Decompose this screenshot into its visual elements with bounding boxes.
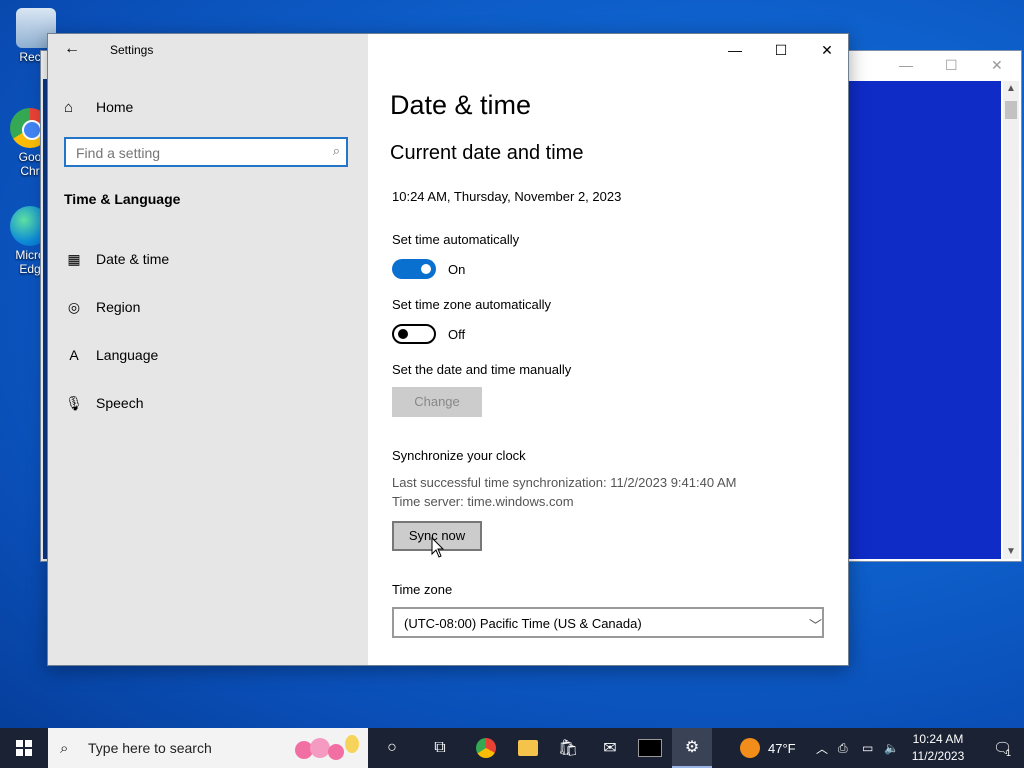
maximize-icon[interactable]: ☐ [945, 57, 958, 74]
tray-volume[interactable]: 🔈 [884, 728, 899, 768]
close-icon[interactable]: ✕ [991, 57, 1003, 74]
microphone-icon: 🎙 [65, 394, 83, 411]
section-title: Current date and time [390, 142, 584, 164]
tray-network[interactable]: ▭ [862, 728, 873, 768]
windows-logo-icon [16, 740, 32, 756]
back-arrow-icon[interactable]: ← [64, 40, 84, 60]
set-timezone-auto-label: Set time zone automatically [392, 297, 551, 312]
chevron-down-icon: ﹀ [808, 618, 822, 633]
notification-count: 1 [1006, 748, 1012, 758]
maximize-button[interactable]: ☐ [758, 34, 804, 66]
settings-window: ⌂ Home ⌕ Time & Language ▦ Date & time ◎… [47, 33, 849, 666]
console-blue-pane [849, 81, 1001, 559]
network-icon: ▭ [862, 741, 874, 755]
last-sync-text: Last successful time synchronization: 11… [392, 475, 737, 490]
page-title: Date & time [390, 90, 532, 120]
timezone-value: (UTC-08:00) Pacific Time (US & Canada) [404, 616, 642, 631]
change-button[interactable]: Change [392, 387, 482, 417]
tray-overflow-button[interactable]: ︿ [816, 728, 828, 768]
taskbar-clock[interactable]: 10:24 AM 11/2/2023 [900, 731, 976, 765]
window-title: Settings [110, 43, 154, 57]
sidebar-item-speech[interactable]: 🎙 Speech [64, 392, 143, 414]
notification-center-button[interactable]: 🗨 1 [980, 728, 1024, 768]
sidebar-item-date-time[interactable]: ▦ Date & time [64, 248, 169, 270]
minimize-icon[interactable]: — [899, 57, 913, 73]
chevron-up-icon: ︿ [816, 741, 829, 756]
speaker-muted-icon: 🔈 [884, 741, 899, 755]
clock-date: 11/2/2023 [911, 749, 965, 763]
set-time-auto-toggle[interactable] [392, 259, 436, 279]
language-icon: A [69, 347, 79, 363]
taskbar-search[interactable]: ⌕ Type here to search [48, 728, 368, 768]
mail-icon: ✉ [603, 740, 617, 757]
tray-meet-now[interactable]: ⎙ [838, 728, 848, 768]
calendar-clock-icon: ▦ [67, 250, 81, 267]
settings-sidebar: ⌂ Home ⌕ Time & Language ▦ Date & time ◎… [48, 34, 368, 665]
window-titlebar: ← Settings — ☐ ✕ [48, 34, 848, 66]
set-timezone-auto-toggle[interactable] [392, 324, 436, 344]
cortana-circle-icon: ○ [387, 739, 397, 756]
time-server-text: Time server: time.windows.com [392, 494, 574, 509]
current-datetime: 10:24 AM, Thursday, November 2, 2023 [392, 189, 622, 204]
gear-icon: ⚙ [684, 739, 700, 756]
search-icon: ⌕ [60, 739, 69, 757]
taskbar-chrome[interactable] [466, 728, 506, 768]
search-icon: ⌕ [332, 143, 340, 158]
vertical-scrollbar[interactable]: ▲ ▼ [1003, 81, 1019, 559]
flower-decoration-icon [295, 735, 359, 760]
folder-icon [518, 740, 538, 756]
taskbar-task-view[interactable]: ⧉ [420, 728, 460, 768]
manual-label: Set the date and time manually [392, 362, 572, 377]
scroll-up-icon[interactable]: ▲ [1006, 83, 1016, 94]
search-box[interactable]: ⌕ [64, 137, 348, 167]
taskbar: ⌕ Type here to search ○ ⧉ 🛍 ✉ ⚙ 47°F ︿ ⎙… [0, 728, 1024, 768]
minimize-button[interactable]: — [712, 34, 758, 66]
start-button[interactable] [0, 728, 48, 768]
set-time-auto-state: On [448, 262, 466, 277]
sidebar-section-title: Time & Language [64, 191, 181, 207]
clock-time: 10:24 AM [912, 732, 964, 746]
globe-icon: ◎ [67, 298, 81, 315]
task-view-icon: ⧉ [434, 739, 446, 756]
sync-title: Synchronize your clock [392, 448, 526, 463]
scroll-down-icon[interactable]: ▼ [1006, 546, 1016, 557]
set-timezone-auto-state: Off [448, 327, 466, 342]
sidebar-item-region[interactable]: ◎ Region [64, 296, 140, 318]
settings-content: Date & time Current date and time 10:24 … [368, 34, 848, 665]
taskbar-terminal[interactable] [630, 728, 670, 768]
taskbar-settings[interactable]: ⚙ [672, 728, 712, 768]
chrome-icon [476, 738, 496, 758]
taskbar-mail[interactable]: ✉ [590, 728, 630, 768]
store-bag-icon: 🛍 [557, 740, 579, 757]
search-input[interactable] [74, 143, 318, 163]
weather-temp: 47°F [768, 740, 796, 756]
sidebar-item-home[interactable]: ⌂ Home [64, 96, 133, 118]
task-view-button[interactable]: ○ [372, 728, 412, 768]
camera-icon: ⎙ [838, 740, 848, 755]
weather-widget[interactable]: 47°F [740, 728, 796, 768]
sun-icon [740, 738, 760, 758]
taskbar-search-label: Type here to search [88, 740, 212, 756]
sidebar-item-language[interactable]: A Language [64, 344, 158, 366]
taskbar-store[interactable]: 🛍 [548, 728, 588, 768]
set-time-auto-label: Set time automatically [392, 232, 520, 247]
home-icon: ⌂ [64, 98, 74, 116]
taskbar-file-explorer[interactable] [508, 728, 548, 768]
timezone-label: Time zone [392, 582, 453, 597]
terminal-icon [638, 739, 662, 757]
close-button[interactable]: ✕ [804, 34, 848, 66]
timezone-select[interactable]: (UTC-08:00) Pacific Time (US & Canada) ﹀ [392, 607, 824, 638]
scroll-thumb[interactable] [1005, 101, 1017, 119]
